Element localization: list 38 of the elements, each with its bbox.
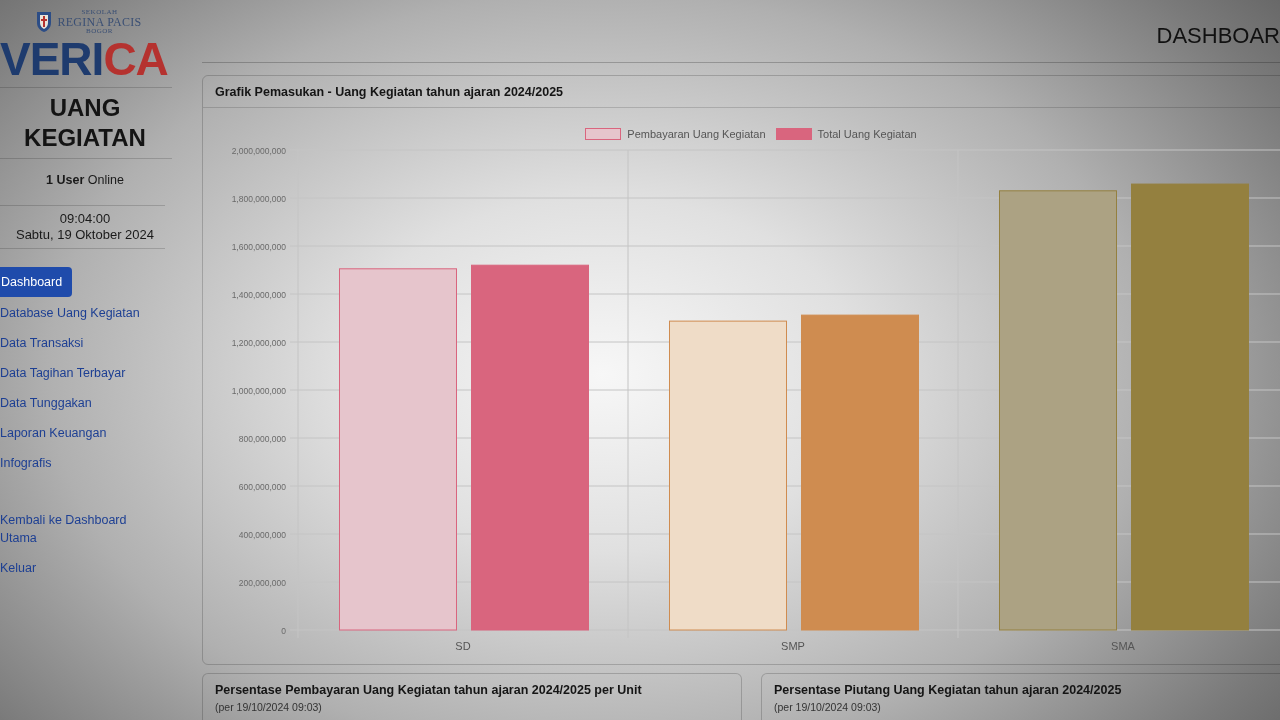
module-title: UANG KEGIATAN [23, 93, 147, 153]
y-axis-label: 200,000,000 [238, 577, 286, 588]
nav-link[interactable]: Database Uang Kegiatan [0, 298, 140, 328]
online-status: 1 User Online [45, 172, 125, 189]
category-label: SD [455, 640, 471, 652]
y-axis-label: 1,600,000,000 [231, 241, 286, 252]
y-axis-label: 1,800,000,000 [231, 193, 286, 204]
y-axis-label: 1,000,000,000 [231, 385, 286, 396]
nav-link[interactable]: Laporan Keuangan [0, 418, 107, 448]
school-name: REGINA PACIS [57, 16, 142, 28]
clock-date: Sabtu, 19 Oktober 2024 [15, 227, 154, 243]
nav-link[interactable]: Keluar [0, 553, 37, 583]
category-label: SMA [1111, 640, 1135, 652]
card-title: Persentase Pembayaran Uang Kegiatan tahun ajaran 2024/2025 per Unit [215, 683, 642, 697]
category-label: SMP [781, 640, 805, 652]
nav-link[interactable]: Data Tagihan Terbayar [0, 358, 126, 388]
card-title: Persentase Piutang Uang Kegiatan tahun ajaran 2024/2025 [774, 683, 1122, 697]
nav-link[interactable]: Data Transaksi [0, 328, 84, 358]
logo-wordmark: VERICA [0, 39, 168, 79]
y-axis-label: 800,000,000 [238, 433, 286, 444]
y-axis-label: 1,200,000,000 [231, 337, 286, 348]
nav-link[interactable]: Infografis [0, 448, 52, 478]
card-subtitle: (per 19/10/2024 09:03) [774, 701, 881, 713]
page-title: DASHBOAR [1156, 22, 1280, 49]
y-axis-label: 0 [281, 625, 286, 636]
legend-label: Pembayaran Uang Kegiatan [627, 128, 766, 140]
card-subtitle: (per 19/10/2024 09:03) [215, 701, 322, 713]
y-axis-label: 2,000,000,000 [231, 145, 286, 156]
legend-label: Total Uang Kegiatan [817, 128, 917, 140]
shield-icon [36, 11, 53, 33]
y-axis-label: 600,000,000 [238, 481, 286, 492]
nav-link[interactable]: Data Tunggakan [0, 388, 92, 418]
clock-time: 09:04:00 [59, 211, 111, 227]
nav-link[interactable]: Kembali ke Dashboard Utama [0, 505, 150, 553]
nav-link[interactable]: Dashboard [0, 267, 73, 297]
y-axis-label: 400,000,000 [238, 529, 286, 540]
y-axis-label: 1,400,000,000 [231, 289, 286, 300]
card-title: Grafik Pemasukan - Uang Kegiatan tahun ajaran 2024/2025 [215, 84, 564, 99]
